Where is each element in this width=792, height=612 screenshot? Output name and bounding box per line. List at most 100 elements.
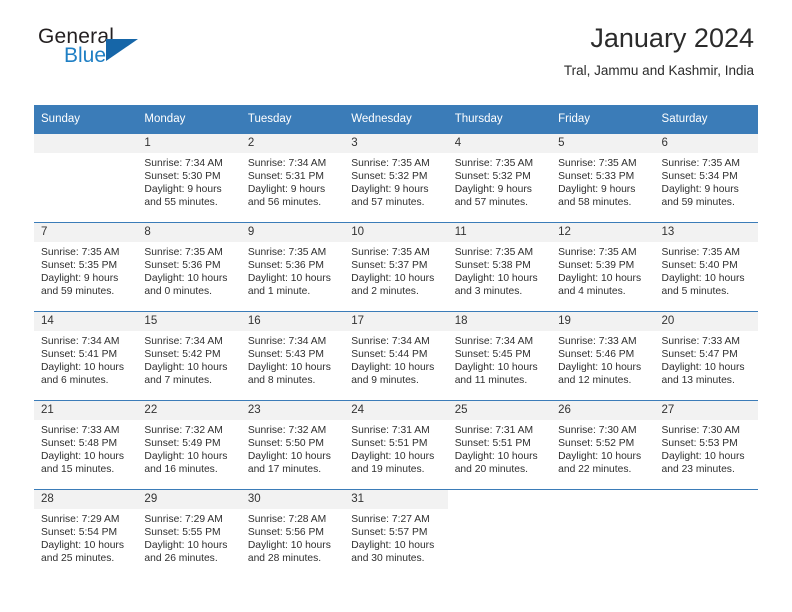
calendar-header-row: Sunday Monday Tuesday Wednesday Thursday Frid… (34, 105, 758, 133)
day-details: Sunrise: 7:35 AM Sunset: 5:38 PM Daylight:… (448, 242, 551, 298)
day-number: 15 (137, 312, 241, 331)
calendar-cell-container: 5 Sunrise: 7:35 AM Sunset: 5:33 PM Daylight… (551, 133, 655, 222)
calendar-day-cell[interactable]: 23 Sunrise: 7:32 AM Sunset: 5:50 PM Dayligh… (240, 400, 345, 489)
sunrise-text: Sunrise: 7:34 AM (144, 158, 223, 169)
day-number: 26 (551, 401, 655, 420)
daylight-text: Daylight: 10 hours (454, 273, 538, 285)
sunrise-text: Sunrise: 7:29 AM (41, 514, 120, 525)
calendar-day-cell-empty (654, 489, 758, 578)
daylight-text: Daylight: 10 hours (144, 540, 228, 552)
calendar-day-cell[interactable]: 10 Sunrise: 7:35 AM Sunset: 5:37 PM Dayligh… (344, 222, 448, 311)
sunrise-text: Sunrise: 7:35 AM (558, 158, 637, 169)
day-details: Sunrise: 7:33 AM Sunset: 5:48 PM Daylight:… (34, 420, 137, 476)
day-number: 20 (654, 312, 758, 331)
calendar-day-cell[interactable]: 1 Sunrise: 7:34 AM Sunset: 5:30 PM Daylight… (137, 133, 241, 222)
daylight-text: Daylight: 10 hours (661, 273, 745, 285)
calendar-day-cell[interactable]: 30 Sunrise: 7:28 AM Sunset: 5:56 PM Dayligh… (240, 489, 345, 578)
calendar-day-cell[interactable]: 31 Sunrise: 7:27 AM Sunset: 5:57 PM Dayligh… (344, 489, 448, 578)
calendar-day-cell[interactable]: 9 Sunrise: 7:35 AM Sunset: 5:36 PM Daylight… (240, 222, 345, 311)
calendar-cell-container: 19 Sunrise: 7:33 AM Sunset: 5:46 PM Dayligh… (551, 311, 655, 400)
calendar-cell-container: 6 Sunrise: 7:35 AM Sunset: 5:34 PM Daylight… (654, 133, 758, 222)
day-number: 12 (551, 223, 655, 242)
calendar-day-cell[interactable]: 19 Sunrise: 7:33 AM Sunset: 5:46 PM Dayligh… (551, 311, 655, 400)
calendar-cell-container: 13 Sunrise: 7:35 AM Sunset: 5:40 PM Dayligh… (654, 222, 758, 311)
calendar-day-cell[interactable]: 8 Sunrise: 7:35 AM Sunset: 5:36 PM Daylight… (137, 222, 241, 311)
calendar-day-cell[interactable]: 25 Sunrise: 7:31 AM Sunset: 5:51 PM Dayligh… (447, 400, 552, 489)
calendar-day-cell-empty (447, 489, 552, 578)
day-details: Sunrise: 7:35 AM Sunset: 5:36 PM Daylight:… (241, 242, 344, 298)
calendar-day-cell[interactable]: 27 Sunrise: 7:30 AM Sunset: 5:53 PM Dayligh… (654, 400, 758, 489)
calendar-day-cell[interactable]: 11 Sunrise: 7:35 AM Sunset: 5:38 PM Dayligh… (447, 222, 552, 311)
day-details: Sunrise: 7:35 AM Sunset: 5:37 PM Daylight:… (344, 242, 447, 298)
sunrise-text: Sunrise: 7:34 AM (41, 336, 120, 347)
sunrise-text: Sunrise: 7:34 AM (454, 336, 534, 347)
general-blue-logo[interactable]: General Blue (38, 26, 218, 74)
sunset-text: Sunset: 5:36 PM (247, 260, 324, 272)
daylight-text: Daylight: 10 hours (351, 451, 435, 463)
sunrise-text: Sunrise: 7:30 AM (661, 425, 740, 436)
daylight-text: and 56 minutes. (247, 197, 322, 209)
calendar-day-cell[interactable]: 7 Sunrise: 7:35 AM Sunset: 5:35 PM Daylight… (34, 222, 138, 311)
calendar-day-cell[interactable]: 26 Sunrise: 7:30 AM Sunset: 5:52 PM Dayligh… (551, 400, 655, 489)
day-details: Sunrise: 7:35 AM Sunset: 5:35 PM Daylight:… (34, 242, 137, 298)
sunset-text: Sunset: 5:46 PM (558, 349, 635, 361)
daylight-text: Daylight: 10 hours (144, 362, 228, 374)
calendar-day-cell[interactable]: 13 Sunrise: 7:35 AM Sunset: 5:40 PM Dayligh… (654, 222, 758, 311)
calendar-day-cell[interactable]: 18 Sunrise: 7:34 AM Sunset: 5:45 PM Dayligh… (447, 311, 552, 400)
sunrise-text: Sunrise: 7:33 AM (558, 336, 637, 347)
sunrise-text: Sunrise: 7:27 AM (351, 514, 430, 525)
daylight-text: and 3 minutes. (454, 286, 523, 298)
daylight-text: Daylight: 10 hours (144, 451, 228, 463)
sunset-text: Sunset: 5:43 PM (247, 349, 324, 361)
calendar-day-cell[interactable]: 16 Sunrise: 7:34 AM Sunset: 5:43 PM Dayligh… (240, 311, 345, 400)
day-details (551, 509, 654, 513)
calendar-day-cell[interactable]: 15 Sunrise: 7:34 AM Sunset: 5:42 PM Dayligh… (137, 311, 241, 400)
sunrise-text: Sunrise: 7:35 AM (454, 158, 534, 169)
sunset-text: Sunset: 5:56 PM (247, 527, 324, 539)
calendar-day-cell[interactable]: 17 Sunrise: 7:34 AM Sunset: 5:44 PM Dayligh… (344, 311, 448, 400)
calendar-day-cell[interactable]: 28 Sunrise: 7:29 AM Sunset: 5:54 PM Dayligh… (34, 489, 138, 578)
daylight-text: and 30 minutes. (351, 553, 425, 565)
calendar-week-row: 14 Sunrise: 7:34 AM Sunset: 5:41 PM Dayligh… (34, 311, 758, 400)
sunset-text: Sunset: 5:30 PM (144, 171, 221, 183)
day-number: 3 (344, 134, 448, 153)
daylight-text: and 28 minutes. (247, 553, 322, 565)
calendar-day-cell[interactable]: 2 Sunrise: 7:34 AM Sunset: 5:31 PM Daylight… (240, 133, 345, 222)
calendar-day-cell[interactable]: 24 Sunrise: 7:31 AM Sunset: 5:51 PM Dayligh… (344, 400, 448, 489)
day-details: Sunrise: 7:35 AM Sunset: 5:33 PM Daylight:… (551, 153, 654, 209)
day-details: Sunrise: 7:33 AM Sunset: 5:47 PM Daylight:… (655, 331, 758, 387)
sunset-text: Sunset: 5:54 PM (41, 527, 118, 539)
daylight-text: and 20 minutes. (454, 464, 528, 476)
sunrise-text: Sunrise: 7:35 AM (144, 247, 223, 258)
sunrise-text: Sunrise: 7:35 AM (247, 247, 327, 258)
sunset-text: Sunset: 5:47 PM (661, 349, 738, 361)
day-number: 4 (447, 134, 552, 153)
calendar-day-cell[interactable]: 12 Sunrise: 7:35 AM Sunset: 5:39 PM Dayligh… (551, 222, 655, 311)
sunrise-text: Sunrise: 7:33 AM (661, 336, 740, 347)
weekday-header-monday: Monday (137, 105, 241, 133)
daylight-text: Daylight: 10 hours (558, 451, 642, 463)
calendar-day-cell[interactable]: 21 Sunrise: 7:33 AM Sunset: 5:48 PM Dayligh… (34, 400, 138, 489)
calendar-day-cell[interactable]: 20 Sunrise: 7:33 AM Sunset: 5:47 PM Dayligh… (654, 311, 758, 400)
sunset-text: Sunset: 5:36 PM (144, 260, 221, 272)
calendar-day-cell[interactable]: 3 Sunrise: 7:35 AM Sunset: 5:32 PM Daylight… (344, 133, 448, 222)
calendar-day-cell[interactable]: 6 Sunrise: 7:35 AM Sunset: 5:34 PM Daylight… (654, 133, 758, 222)
day-number: 17 (344, 312, 448, 331)
day-details: Sunrise: 7:34 AM Sunset: 5:45 PM Daylight:… (448, 331, 551, 387)
calendar-day-cell[interactable]: 4 Sunrise: 7:35 AM Sunset: 5:32 PM Daylight… (447, 133, 552, 222)
calendar-day-cell[interactable]: 22 Sunrise: 7:32 AM Sunset: 5:49 PM Dayligh… (137, 400, 241, 489)
daylight-text: Daylight: 10 hours (247, 273, 331, 285)
calendar-day-cell[interactable]: 14 Sunrise: 7:34 AM Sunset: 5:41 PM Dayligh… (34, 311, 138, 400)
daylight-text: Daylight: 10 hours (351, 362, 435, 374)
day-number: 28 (34, 490, 138, 509)
daylight-text: and 19 minutes. (351, 464, 425, 476)
daylight-text: and 0 minutes. (144, 286, 212, 298)
day-details: Sunrise: 7:27 AM Sunset: 5:57 PM Daylight:… (344, 509, 447, 565)
calendar-day-cell[interactable]: 5 Sunrise: 7:35 AM Sunset: 5:33 PM Daylight… (551, 133, 655, 222)
weekday-header-saturday: Saturday (654, 105, 758, 133)
daylight-text: and 9 minutes. (351, 375, 419, 387)
day-number: 25 (447, 401, 552, 420)
calendar-cell-container: 29 Sunrise: 7:29 AM Sunset: 5:55 PM Dayligh… (137, 489, 241, 578)
calendar-day-cell[interactable]: 29 Sunrise: 7:29 AM Sunset: 5:55 PM Dayligh… (137, 489, 241, 578)
daylight-text: Daylight: 9 hours (661, 184, 739, 196)
